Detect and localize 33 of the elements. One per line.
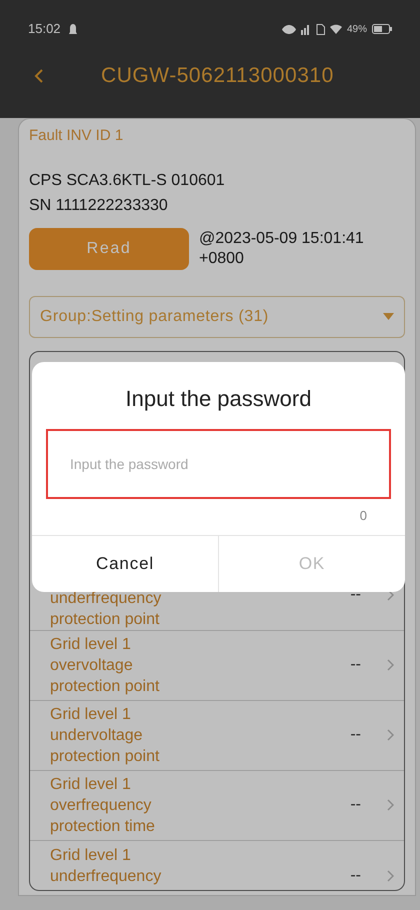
chevron-right-icon[interactable] [387, 659, 394, 671]
parameter-label: Grid level 1 undervoltage protection point [50, 704, 160, 766]
fault-label: Fault INV ID 1 [29, 126, 124, 146]
battery-percent: 49% [346, 22, 367, 36]
header-title: CUGW-5062113000310 [101, 63, 334, 90]
parameter-value: -- [350, 725, 361, 745]
chevron-right-icon[interactable] [387, 870, 394, 882]
signal-icon [300, 24, 311, 34]
caret-icon [383, 313, 394, 320]
read-button[interactable]: Read [29, 228, 189, 270]
parameter-value: -- [350, 866, 361, 886]
model-text: CPS SCA3.6KTL-S 010601 [29, 170, 226, 190]
parameter-value: -- [350, 795, 361, 815]
password-field[interactable]: Input the password [46, 429, 391, 499]
read-timestamp: @2023-05-09 15:01:41 +0800 [199, 228, 365, 268]
group-dropdown[interactable]: Group:Setting parameters (31) [29, 296, 405, 338]
parameter-label: Grid level 1 overfrequency protection time [50, 774, 156, 836]
sim-icon [316, 24, 325, 34]
character-counter: 0 [360, 507, 367, 525]
serial-number: SN 1111222233330 [29, 196, 169, 216]
chevron-right-icon[interactable] [387, 729, 394, 741]
chevron-right-icon[interactable] [387, 589, 394, 601]
dialog-title: Input the password [124, 385, 312, 413]
wifi-icon [330, 24, 342, 34]
chevron-right-icon[interactable] [387, 799, 394, 811]
eye-icon [282, 24, 296, 34]
back-icon[interactable] [34, 69, 43, 83]
notification-icon [68, 24, 77, 34]
parameter-label: Grid level 1 underfrequency [50, 846, 162, 886]
battery-icon [372, 24, 392, 34]
parameter-label: Grid level 1 overvoltage protection point [50, 634, 160, 696]
parameter-value: -- [350, 655, 361, 675]
status-time: 15:02 [28, 20, 61, 38]
